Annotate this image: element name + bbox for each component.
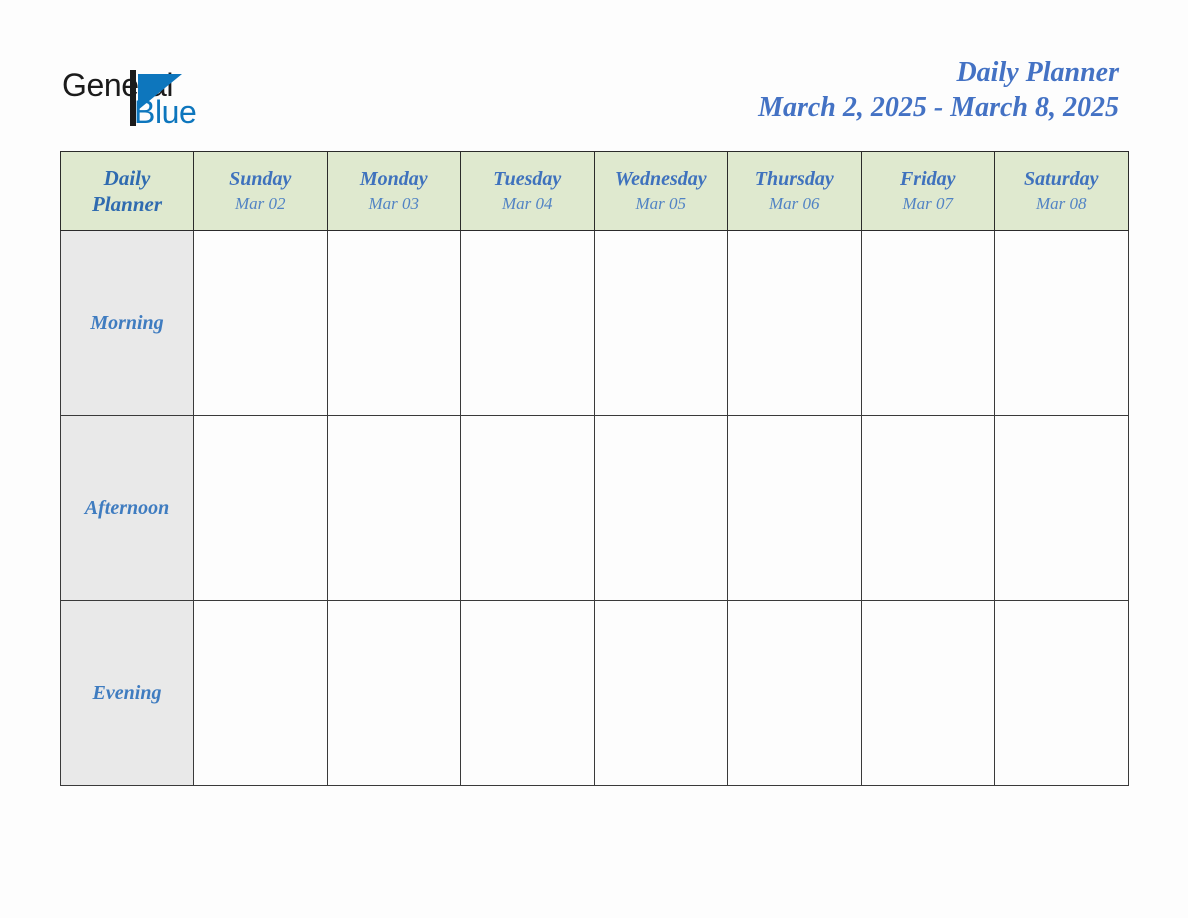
header-cell-sunday: Sunday Mar 02 <box>193 151 328 231</box>
day-name-tuesday: Tuesday <box>493 168 562 190</box>
slot-morning-wednesday[interactable] <box>593 230 728 416</box>
row-label-text-morning: Morning <box>90 312 164 334</box>
page-header: General Blue Daily Planner March 2, 2025… <box>0 0 1188 151</box>
slot-afternoon-tuesday[interactable] <box>460 415 595 601</box>
slot-evening-sunday[interactable] <box>193 600 328 786</box>
general-blue-logo: General Blue <box>62 68 262 130</box>
table-row-afternoon: Afternoon <box>60 415 1129 601</box>
slot-afternoon-wednesday[interactable] <box>593 415 728 601</box>
slot-morning-friday[interactable] <box>860 230 995 416</box>
row-label-text-evening: Evening <box>92 682 162 704</box>
table-header-row: Daily Planner Sunday Mar 02 Monday Mar 0… <box>60 151 1129 231</box>
logo-text-blue: Blue <box>134 94 197 130</box>
slot-morning-thursday[interactable] <box>727 230 862 416</box>
day-date-tuesday: Mar 04 <box>501 194 553 213</box>
day-name-friday: Friday <box>899 168 956 190</box>
day-name-saturday: Saturday <box>1024 168 1099 190</box>
corner-label-line1: Daily <box>103 166 151 190</box>
page-title: Daily Planner <box>956 57 1119 88</box>
title-block: Daily Planner March 2, 2025 - March 8, 2… <box>758 56 1119 124</box>
header-cell-monday: Monday Mar 03 <box>326 151 461 231</box>
slot-morning-tuesday[interactable] <box>460 230 595 416</box>
row-label-text-afternoon: Afternoon <box>84 497 170 519</box>
date-range: March 2, 2025 - March 8, 2025 <box>758 92 1119 123</box>
slot-evening-monday[interactable] <box>326 600 461 786</box>
corner-label-line2: Planner <box>91 192 162 216</box>
row-label-morning: Morning <box>60 230 194 416</box>
table-row-evening: Evening <box>60 600 1129 786</box>
day-date-friday: Mar 07 <box>902 194 954 213</box>
slot-evening-friday[interactable] <box>860 600 995 786</box>
header-cell-friday: Friday Mar 07 <box>860 151 995 231</box>
day-name-sunday: Sunday <box>229 168 292 190</box>
row-label-evening: Evening <box>60 600 194 786</box>
slot-morning-sunday[interactable] <box>193 230 328 416</box>
planner-table: Daily Planner Sunday Mar 02 Monday Mar 0… <box>60 151 1129 786</box>
slot-afternoon-friday[interactable] <box>860 415 995 601</box>
slot-evening-thursday[interactable] <box>727 600 862 786</box>
slot-afternoon-thursday[interactable] <box>727 415 862 601</box>
day-date-saturday: Mar 08 <box>1035 194 1087 213</box>
slot-afternoon-monday[interactable] <box>326 415 461 601</box>
day-date-thursday: Mar 06 <box>768 194 820 213</box>
day-date-monday: Mar 03 <box>368 194 420 213</box>
header-cell-saturday: Saturday Mar 08 <box>994 151 1129 231</box>
slot-afternoon-sunday[interactable] <box>193 415 328 601</box>
slot-evening-tuesday[interactable] <box>460 600 595 786</box>
slot-morning-monday[interactable] <box>326 230 461 416</box>
day-date-wednesday: Mar 05 <box>635 194 687 213</box>
slot-morning-saturday[interactable] <box>994 230 1129 416</box>
row-label-afternoon: Afternoon <box>60 415 194 601</box>
day-name-monday: Monday <box>359 168 428 190</box>
day-date-sunday: Mar 02 <box>234 194 286 213</box>
slot-evening-wednesday[interactable] <box>593 600 728 786</box>
header-cell-thursday: Thursday Mar 06 <box>727 151 862 231</box>
header-corner-cell: Daily Planner <box>60 151 194 231</box>
table-row-morning: Morning <box>60 230 1129 416</box>
day-name-wednesday: Wednesday <box>614 168 707 190</box>
slot-evening-saturday[interactable] <box>994 600 1129 786</box>
header-cell-wednesday: Wednesday Mar 05 <box>593 151 728 231</box>
slot-afternoon-saturday[interactable] <box>994 415 1129 601</box>
header-cell-tuesday: Tuesday Mar 04 <box>460 151 595 231</box>
day-name-thursday: Thursday <box>754 168 834 190</box>
